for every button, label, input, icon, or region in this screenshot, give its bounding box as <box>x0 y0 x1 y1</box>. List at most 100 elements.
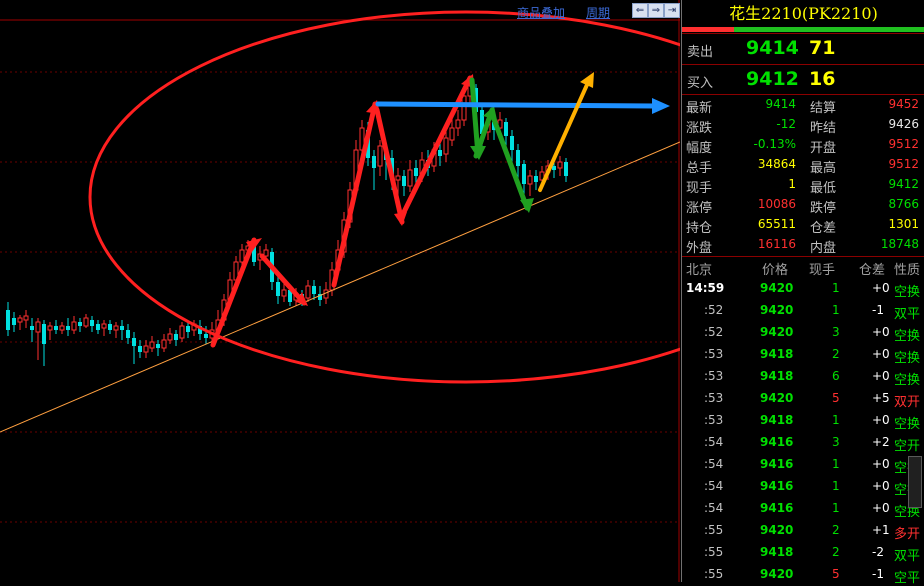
candle <box>179 322 185 342</box>
red-zigzag-arrow-5 <box>401 75 473 215</box>
red-zigzag-arrow-3 <box>331 101 378 288</box>
nav-right-icon[interactable]: ⇒ <box>648 3 664 18</box>
tick-nature: 空开 <box>894 439 921 454</box>
tick-oi: +0 <box>872 457 890 471</box>
tick-time: :55 <box>704 545 724 559</box>
tick-time: :53 <box>704 413 724 427</box>
tick-row[interactable]: :54 9416 1 +0 空换 <box>682 476 924 498</box>
tick-vol: 2 <box>832 347 840 361</box>
tick-time: :55 <box>704 523 724 537</box>
tick-time: :53 <box>704 347 724 361</box>
quote-label: 最高 <box>810 161 837 176</box>
tick-nature: 空换 <box>894 329 921 344</box>
sell-price: 9414 <box>746 37 799 59</box>
candle <box>138 340 142 358</box>
sell-label: 卖出 <box>687 45 714 60</box>
candle <box>174 330 178 346</box>
tick-row[interactable]: 14:59 9420 1 +0 空换 <box>682 278 924 300</box>
tick-row[interactable]: :53 9420 5 +5 双开 <box>682 388 924 410</box>
tick-scrollbar[interactable] <box>908 456 922 508</box>
candle <box>126 324 130 344</box>
tick-price: 9418 <box>760 545 794 559</box>
candle <box>101 320 107 336</box>
annotation-ellipse <box>88 10 680 384</box>
candle <box>527 170 533 196</box>
candle <box>12 312 16 332</box>
tick-oi: +5 <box>872 391 890 405</box>
bid-ratio-bar <box>682 27 734 32</box>
tick-row[interactable]: :55 9420 5 -1 空平 <box>682 564 924 586</box>
candle <box>143 340 149 358</box>
red-zigzag-arrow-1 <box>210 237 257 348</box>
candle <box>372 150 376 190</box>
tick-vol: 1 <box>832 413 840 427</box>
chart-grid <box>0 0 680 582</box>
candle <box>132 332 136 364</box>
ask-ratio-bar <box>734 27 924 32</box>
tick-vol: 5 <box>832 567 840 581</box>
overlay-button[interactable]: 商品叠加 <box>517 4 565 21</box>
contract-title: 花生2210(PK2210) <box>729 4 878 23</box>
tick-price: 9416 <box>760 435 794 449</box>
quote-value: 10086 <box>757 197 796 211</box>
tick-nature: 双开 <box>894 395 921 410</box>
candle <box>59 322 65 334</box>
quote-label: 结算 <box>810 101 837 116</box>
candle <box>455 110 461 136</box>
tick-row[interactable]: :54 9416 3 +2 空开 <box>682 432 924 454</box>
nav-left-icon[interactable]: ⇐ <box>632 3 648 18</box>
tick-oi: +0 <box>872 369 890 383</box>
annotation-arrows <box>210 72 670 348</box>
quote-label: 现手 <box>686 181 713 196</box>
candle <box>564 158 568 182</box>
quote-value: 9426 <box>888 117 919 131</box>
nav-end-icon[interactable]: ⇥ <box>664 3 680 18</box>
tick-oi: -1 <box>872 303 884 317</box>
sell-volume: 71 <box>809 37 836 59</box>
tick-vol: 2 <box>832 523 840 537</box>
candle <box>186 322 190 338</box>
quote-label: 外盘 <box>686 241 713 256</box>
tick-nature: 多开 <box>894 527 921 542</box>
tick-time: :53 <box>704 391 724 405</box>
tick-vol: 3 <box>832 325 840 339</box>
tick-row[interactable]: :55 9418 2 -2 双平 <box>682 542 924 564</box>
tick-time: 14:59 <box>686 281 725 295</box>
tick-price: 9420 <box>760 523 794 537</box>
candle <box>113 322 119 338</box>
quote-value: 9452 <box>888 97 919 111</box>
candle <box>407 160 413 192</box>
candlesticks <box>6 78 568 366</box>
tick-nature: 空平 <box>894 571 921 586</box>
quote-label: 持仓 <box>686 221 713 236</box>
tick-row[interactable]: :53 9418 1 +0 空换 <box>682 410 924 432</box>
tick-header-vol: 现手 <box>809 263 836 278</box>
tick-row[interactable]: :55 9420 2 +1 多开 <box>682 520 924 542</box>
tick-nature: 空换 <box>894 373 921 388</box>
tick-row[interactable]: :54 9416 1 +0 空换 <box>682 454 924 476</box>
tick-row[interactable]: :53 9418 6 +0 空换 <box>682 366 924 388</box>
quote-value: -0.13% <box>753 137 796 151</box>
period-button[interactable]: 周期 <box>586 4 610 21</box>
tick-row[interactable]: :53 9418 2 +0 空换 <box>682 344 924 366</box>
buy-price: 9412 <box>746 68 799 90</box>
candle <box>90 316 94 332</box>
quote-label: 涨跌 <box>686 121 713 136</box>
tick-row[interactable]: :54 9416 1 +0 空换 <box>682 498 924 520</box>
tick-row[interactable]: :52 9420 1 -1 双平 <box>682 300 924 322</box>
quote-label: 仓差 <box>810 221 837 236</box>
candle <box>47 322 53 340</box>
kline-chart[interactable] <box>0 0 680 582</box>
tick-price: 9420 <box>760 325 794 339</box>
quote-value: 18748 <box>880 237 919 251</box>
tick-price: 9420 <box>760 391 794 405</box>
quote-value: 9512 <box>888 157 919 171</box>
tick-time: :52 <box>704 325 724 339</box>
candle <box>23 310 29 328</box>
quote-value: 16116 <box>757 237 796 251</box>
tick-header-oi: 仓差 <box>859 263 886 278</box>
tick-row[interactable]: :52 9420 3 +0 空换 <box>682 322 924 344</box>
quote-value: 9512 <box>888 137 919 151</box>
tick-vol: 1 <box>832 303 840 317</box>
tick-oi: +0 <box>872 501 890 515</box>
